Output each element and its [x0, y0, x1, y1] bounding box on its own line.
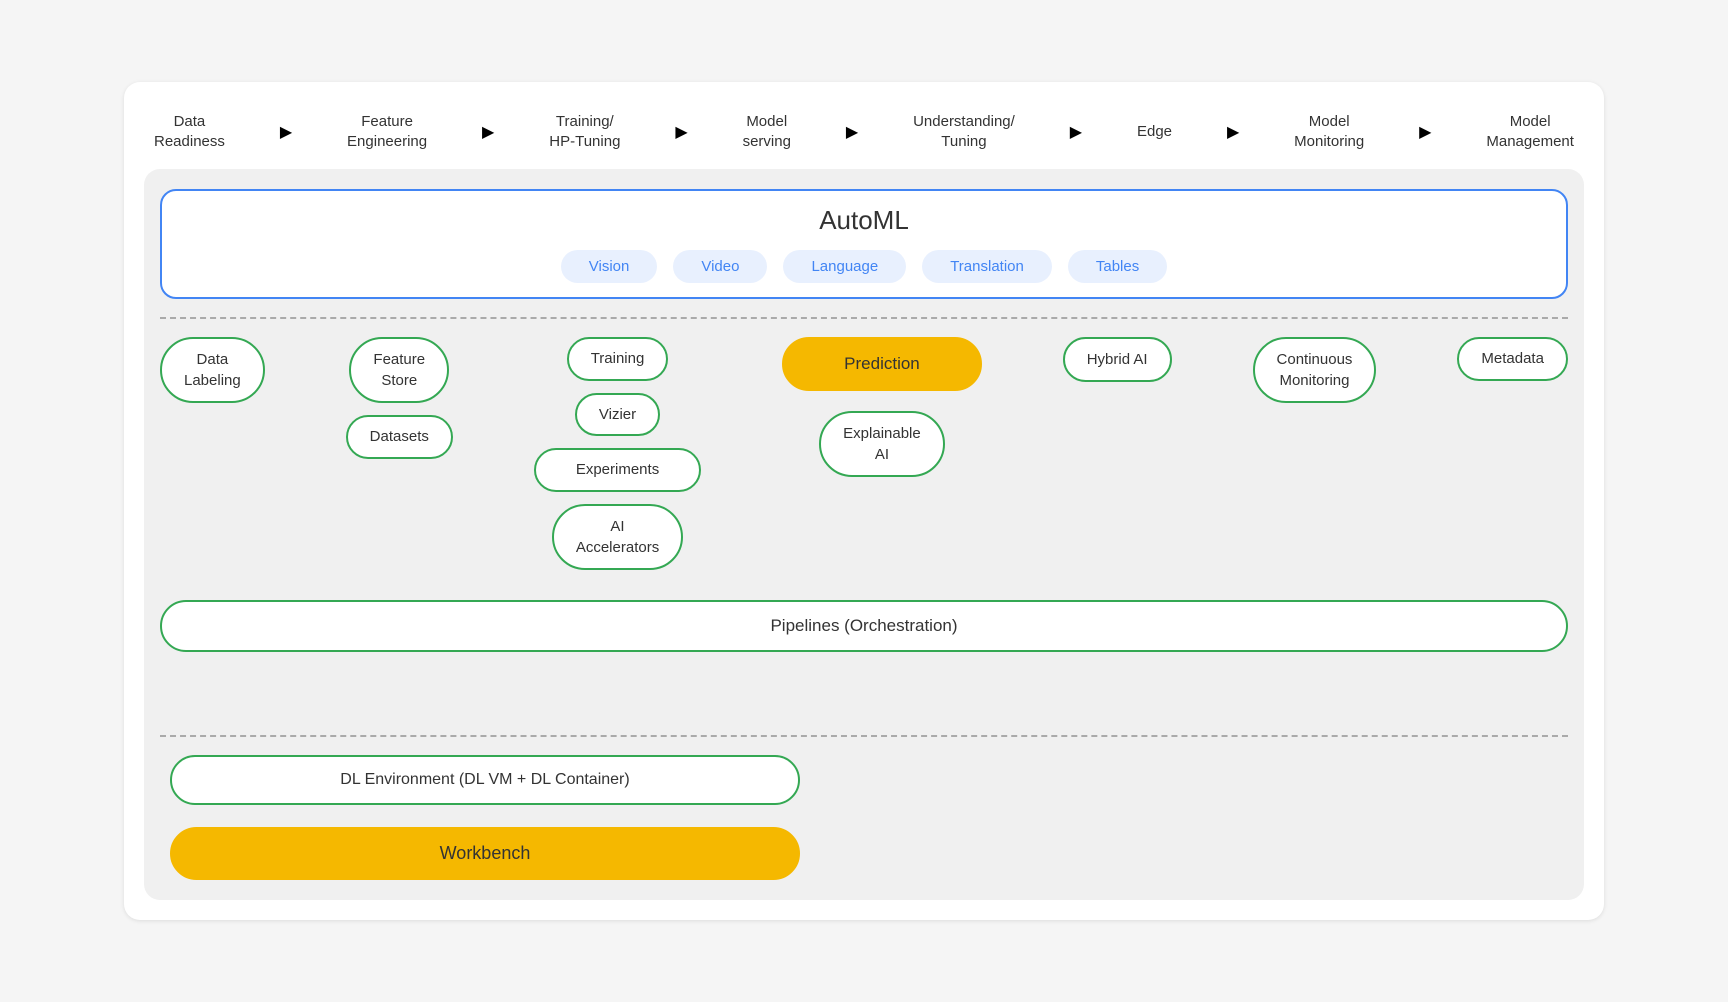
node-prediction[interactable]: Prediction	[782, 337, 982, 391]
step-model-monitoring: Model Monitoring	[1294, 112, 1364, 151]
node-workbench[interactable]: Workbench	[170, 827, 800, 880]
step-feature-engineering: Feature Engineering	[347, 112, 427, 151]
chip-tables[interactable]: Tables	[1068, 250, 1167, 283]
pipelines-row: Pipelines (Orchestration)	[160, 600, 1568, 652]
col-continuous-monitoring: ContinuousMonitoring	[1253, 337, 1377, 403]
arrow-7: ▶	[1419, 122, 1431, 142]
dashed-divider-1	[160, 317, 1568, 319]
arrow-5: ▶	[1070, 122, 1082, 142]
node-feature-store[interactable]: FeatureStore	[349, 337, 449, 403]
node-explainable-ai[interactable]: ExplainableAI	[819, 411, 945, 477]
col-feature-store: FeatureStore Datasets	[346, 337, 453, 459]
node-vizier[interactable]: Vizier	[575, 393, 660, 437]
step-model-serving: Model serving	[743, 112, 791, 151]
chip-video[interactable]: Video	[673, 250, 767, 283]
node-hybrid-ai[interactable]: Hybrid AI	[1063, 337, 1172, 382]
arrow-1: ▶	[280, 122, 292, 142]
arrow-6: ▶	[1227, 122, 1239, 142]
bottom-section: DL Environment (DL VM + DL Container) Wo…	[160, 755, 1568, 880]
col-data-labeling: DataLabeling	[160, 337, 265, 403]
node-datasets[interactable]: Datasets	[346, 415, 453, 459]
node-continuous-monitoring[interactable]: ContinuousMonitoring	[1253, 337, 1377, 403]
col-hybrid-ai: Hybrid AI	[1063, 337, 1172, 382]
automl-section: AutoML Vision Video Language Translation…	[160, 189, 1568, 299]
arrow-4: ▶	[846, 122, 858, 142]
step-training: Training/ HP-Tuning	[549, 112, 620, 151]
diagram-wrapper: Data Readiness ▶ Feature Engineering ▶ T…	[124, 82, 1604, 920]
chip-language[interactable]: Language	[783, 250, 906, 283]
automl-title: AutoML	[182, 205, 1546, 236]
automl-chips: Vision Video Language Translation Tables	[182, 250, 1546, 283]
chip-translation[interactable]: Translation	[922, 250, 1052, 283]
step-edge: Edge	[1137, 122, 1172, 142]
step-data-readiness: Data Readiness	[154, 112, 225, 151]
node-data-labeling[interactable]: DataLabeling	[160, 337, 265, 403]
node-training[interactable]: Training	[567, 337, 669, 381]
node-dl-environment[interactable]: DL Environment (DL VM + DL Container)	[170, 755, 800, 805]
main-content: AutoML Vision Video Language Translation…	[144, 169, 1584, 900]
middle-section: DataLabeling FeatureStore Datasets Train…	[160, 337, 1568, 717]
node-metadata[interactable]: Metadata	[1457, 337, 1568, 381]
col-metadata: Metadata	[1457, 337, 1568, 381]
arrow-3: ▶	[675, 122, 687, 142]
dashed-divider-2	[160, 735, 1568, 737]
main-nodes-row: DataLabeling FeatureStore Datasets Train…	[160, 337, 1568, 570]
col-prediction: Prediction ExplainableAI	[782, 337, 982, 477]
arrow-2: ▶	[482, 122, 494, 142]
node-experiments[interactable]: Experiments	[534, 448, 701, 492]
col-training: Training Vizier Experiments AIAccelerato…	[534, 337, 701, 570]
node-pipelines[interactable]: Pipelines (Orchestration)	[160, 600, 1568, 652]
step-understanding: Understanding/ Tuning	[913, 112, 1015, 151]
pipeline-header: Data Readiness ▶ Feature Engineering ▶ T…	[144, 112, 1584, 151]
node-ai-accelerators[interactable]: AIAccelerators	[552, 504, 683, 570]
chip-vision[interactable]: Vision	[561, 250, 658, 283]
step-model-management: Model Management	[1486, 112, 1574, 151]
